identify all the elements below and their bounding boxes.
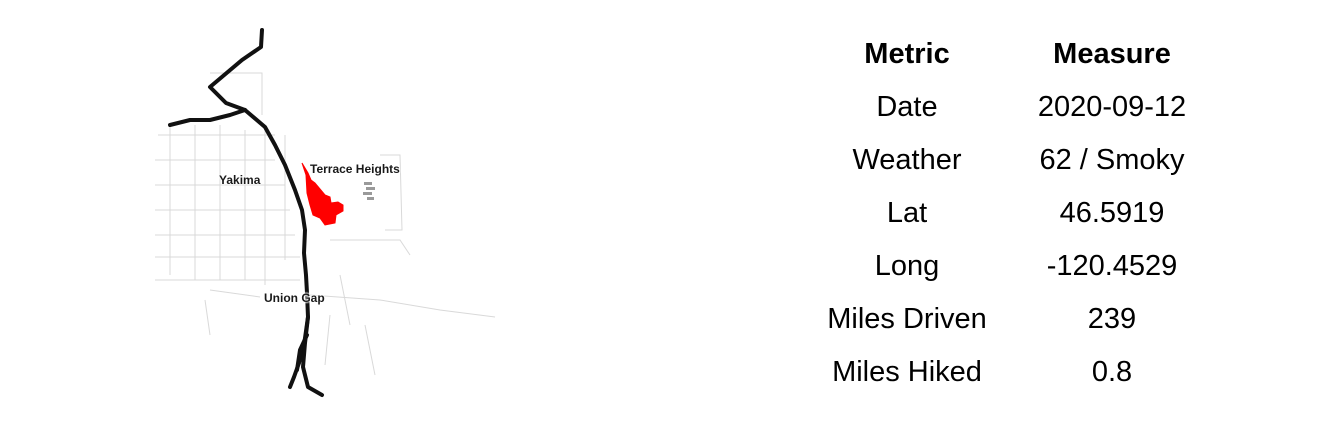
settlement-blocks xyxy=(363,182,375,200)
table-row: Miles Driven 239 xyxy=(805,293,1215,346)
measure-cell: 62 / Smoky xyxy=(1039,144,1185,176)
header-metric: Metric xyxy=(864,38,950,70)
metric-cell: Weather xyxy=(852,144,962,176)
measure-cell: 2020-09-12 xyxy=(1037,91,1187,123)
metric-cell: Miles Driven xyxy=(827,303,987,335)
table-row: Long -120.4529 xyxy=(805,240,1215,293)
measure-cell: 46.5919 xyxy=(1059,197,1165,229)
map-panel: Yakima Terrace Heights Union Gap xyxy=(150,25,500,405)
measure-cell: 239 xyxy=(1087,303,1137,335)
metric-cell: Date xyxy=(876,91,938,123)
metric-cell: Lat xyxy=(886,197,928,229)
highways xyxy=(168,28,324,397)
map-label-terrace-heights: Terrace Heights xyxy=(310,162,400,176)
table-row: Miles Hiked 0.8 xyxy=(805,346,1215,399)
map-canvas xyxy=(155,28,496,397)
map-label-union-gap: Union Gap xyxy=(264,291,325,305)
table-row: Lat 46.5919 xyxy=(805,187,1215,240)
measure-cell: 0.8 xyxy=(1091,356,1133,388)
stats-table: Metric Measure Date 2020-09-12 Weather 6… xyxy=(805,28,1215,399)
measure-cell: -120.4529 xyxy=(1046,250,1178,282)
table-row: Weather 62 / Smoky xyxy=(805,134,1215,187)
table-header-row: Metric Measure xyxy=(805,28,1215,81)
map-label-yakima: Yakima xyxy=(219,173,261,187)
metric-cell: Miles Hiked xyxy=(832,356,982,388)
metric-cell: Long xyxy=(874,250,940,282)
header-measure: Measure xyxy=(1053,38,1171,70)
table-row: Date 2020-09-12 xyxy=(805,81,1215,134)
